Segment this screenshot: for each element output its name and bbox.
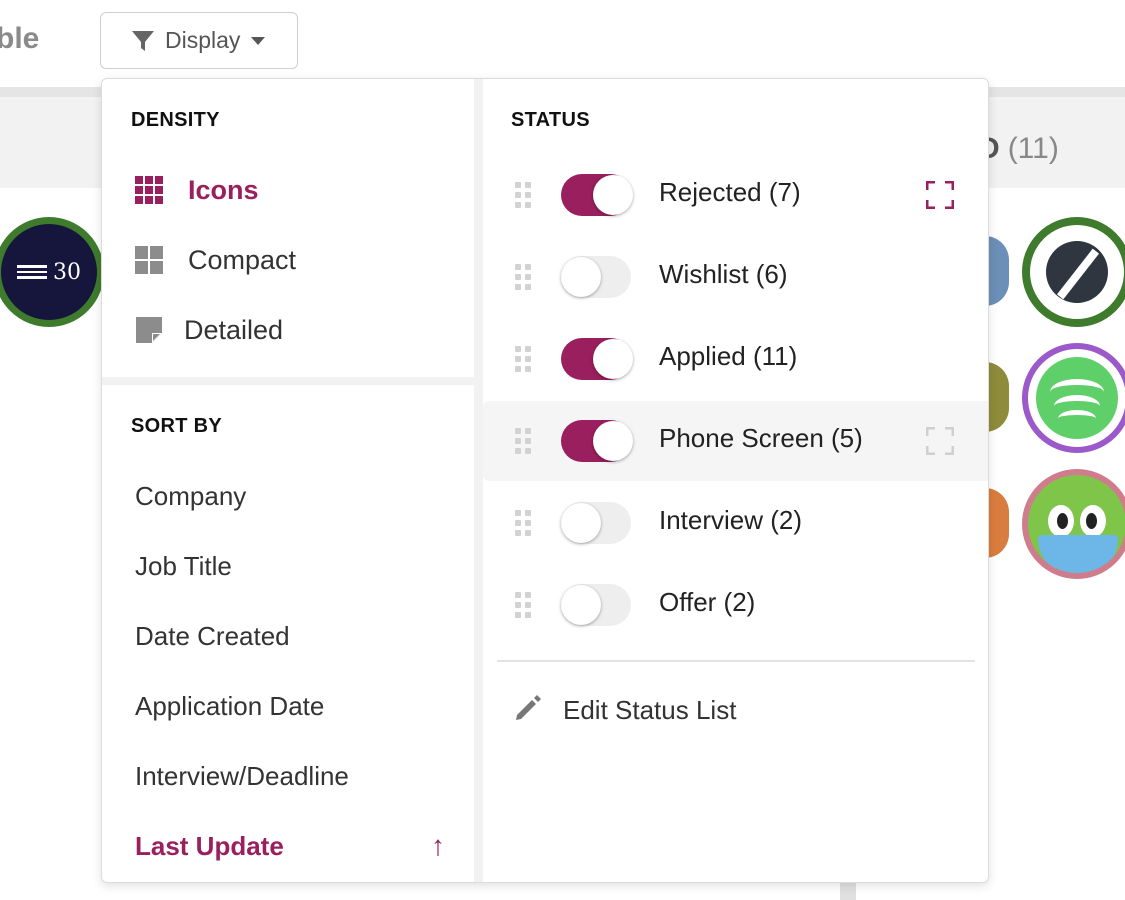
pencil-icon	[513, 693, 543, 728]
status-toggle[interactable]	[561, 174, 633, 216]
logo-30-text: 30	[53, 259, 81, 285]
scroll-track	[840, 880, 856, 900]
expand-icon[interactable]	[925, 180, 955, 210]
status-row[interactable]: Wishlist (6)	[483, 237, 988, 317]
status-row[interactable]: Interview (2)	[483, 483, 988, 563]
density-option-icons[interactable]: Icons	[134, 170, 259, 210]
status-label: Interview (2)	[659, 505, 803, 535]
company-logo-duolingo[interactable]	[1022, 469, 1125, 579]
toggle-knob	[561, 257, 601, 297]
density-option-label: Icons	[188, 174, 259, 205]
status-label: Wishlist (6)	[659, 259, 788, 289]
owl-pupil	[1057, 513, 1068, 529]
sort-option-label: Last Update	[135, 831, 284, 861]
mask-icon	[1038, 535, 1118, 573]
column-header-left	[0, 100, 110, 188]
section-divider	[102, 377, 474, 385]
drag-handle-icon[interactable]	[515, 510, 533, 536]
grid-icon	[134, 175, 164, 205]
status-row[interactable]: Phone Screen (5)	[483, 401, 988, 481]
status-row[interactable]: Applied (11)	[483, 319, 988, 399]
owl-eye-icon	[1048, 505, 1074, 537]
status-label: Phone Screen (5)	[659, 423, 863, 453]
note-icon	[134, 315, 164, 345]
status-row[interactable]: Rejected (7)	[483, 155, 988, 235]
display-options-column: DENSITY Icons Compact Detailed SORT BY C…	[102, 79, 474, 882]
sort-option-date-created[interactable]: Date Created	[135, 616, 445, 656]
spotify-wave	[1058, 410, 1096, 427]
toggle-knob	[593, 339, 633, 379]
owl-eye-icon	[1080, 505, 1106, 537]
company-logo-30[interactable]: 30	[0, 217, 104, 327]
owl-pupil	[1086, 513, 1097, 529]
status-toggle[interactable]	[561, 502, 631, 544]
drag-handle-icon[interactable]	[515, 264, 533, 290]
sort-option-interview-deadline[interactable]: Interview/Deadline	[135, 756, 445, 796]
status-row[interactable]: Offer (2)	[483, 565, 988, 645]
toggle-knob	[561, 585, 601, 625]
density-heading: DENSITY	[131, 109, 220, 131]
status-divider	[497, 660, 975, 662]
filter-icon	[131, 29, 155, 53]
density-option-label: Detailed	[184, 314, 284, 345]
arrow-up-icon[interactable]: ↑	[431, 826, 445, 866]
edit-status-list-button[interactable]: Edit Status List	[513, 693, 736, 728]
status-toggle[interactable]	[561, 584, 631, 626]
status-column: STATUS Rejected (7) Wishlist (6) Applied (…	[483, 79, 988, 882]
status-label: Rejected (7)	[659, 177, 801, 207]
density-option-label: Compact	[188, 244, 297, 275]
density-option-detailed[interactable]: Detailed	[134, 310, 283, 350]
page-title-partial: ble	[0, 22, 40, 55]
drag-handle-icon[interactable]	[515, 428, 533, 454]
edit-status-list-label: Edit Status List	[563, 695, 737, 725]
company-logo-spotify[interactable]	[1022, 343, 1125, 453]
sort-option-company[interactable]: Company	[135, 476, 445, 516]
sort-heading: SORT BY	[131, 415, 222, 437]
drag-handle-icon[interactable]	[515, 182, 533, 208]
column-count: (11)	[1007, 132, 1059, 165]
density-option-compact[interactable]: Compact	[134, 240, 296, 280]
spotify-icon	[1036, 357, 1118, 439]
column-divider	[474, 79, 483, 882]
four-squares-icon	[134, 245, 164, 275]
company-logo-gauge[interactable]	[1022, 217, 1125, 327]
caret-down-icon	[250, 36, 266, 46]
toggle-knob	[561, 503, 601, 543]
sort-option-application-date[interactable]: Application Date	[135, 686, 445, 726]
drag-handle-icon[interactable]	[515, 592, 533, 618]
toggle-knob	[593, 421, 633, 461]
status-toggle[interactable]	[561, 256, 631, 298]
sort-option-last-update[interactable]: Last Update ↑	[135, 826, 445, 866]
status-toggle[interactable]	[561, 338, 633, 380]
display-button-label: Display	[165, 27, 241, 53]
status-label: Applied (11)	[659, 341, 798, 371]
status-toggle[interactable]	[561, 420, 633, 462]
toggle-knob	[593, 175, 633, 215]
status-heading: STATUS	[511, 109, 590, 131]
display-dropdown: DENSITY Icons Compact Detailed SORT BY C…	[101, 78, 989, 883]
display-button[interactable]: Display	[100, 12, 298, 69]
status-label: Offer (2)	[659, 587, 756, 617]
bars-icon	[17, 265, 47, 279]
sort-option-job-title[interactable]: Job Title	[135, 546, 445, 586]
expand-icon[interactable]	[925, 426, 955, 456]
drag-handle-icon[interactable]	[515, 346, 533, 372]
